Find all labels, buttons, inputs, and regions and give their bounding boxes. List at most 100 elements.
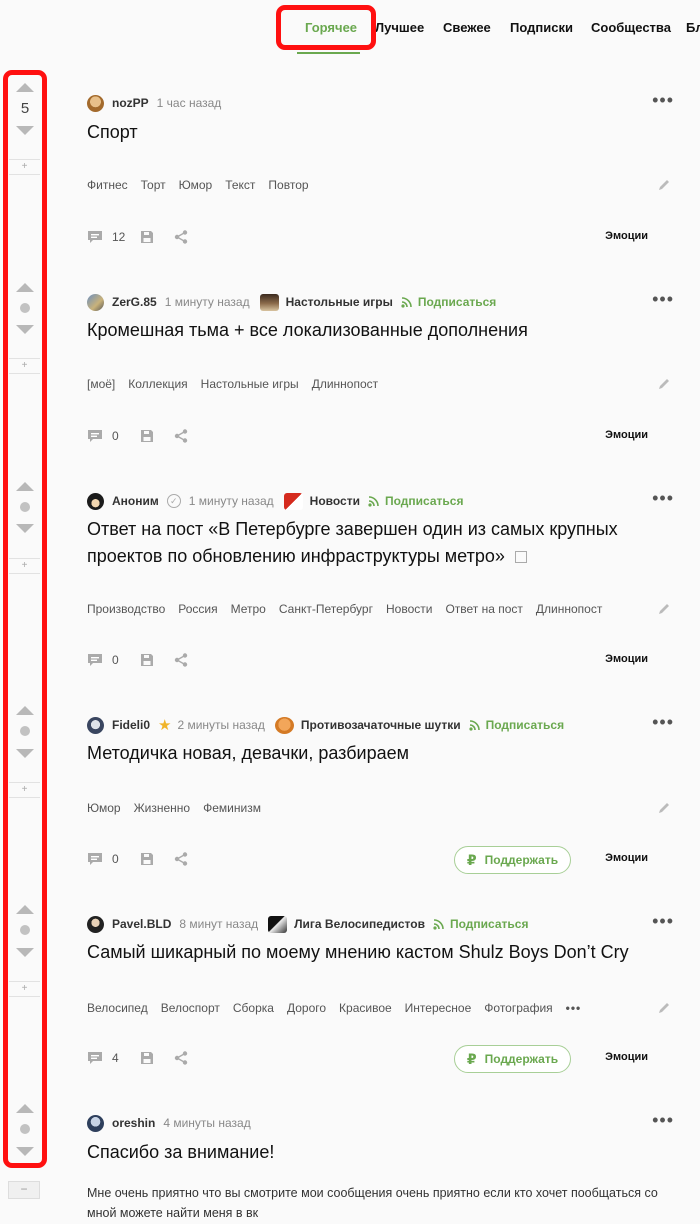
tag[interactable]: Настольные игры: [201, 377, 299, 391]
story-title[interactable]: Ответ на пост «В Петербурге завершен оди…: [87, 516, 647, 570]
post-time[interactable]: 4 минуты назад: [163, 1116, 250, 1130]
tab-subscriptions[interactable]: Подписки: [510, 20, 573, 35]
story-title[interactable]: Кромешная тьма + все локализованные допо…: [87, 317, 647, 344]
support-button[interactable]: ₽ Поддержать: [454, 1045, 571, 1073]
upvote-icon[interactable]: [16, 283, 34, 292]
avatar[interactable]: [87, 492, 104, 510]
pencil-icon[interactable]: [657, 602, 671, 616]
save-icon[interactable]: [140, 653, 154, 667]
share-icon[interactable]: [174, 429, 188, 443]
avatar[interactable]: [87, 1114, 104, 1132]
more-dots-icon[interactable]: •••: [652, 91, 674, 109]
rating-separator[interactable]: +: [9, 358, 40, 374]
tag[interactable]: Длиннопост: [536, 602, 602, 616]
tag[interactable]: Фитнес: [87, 178, 128, 192]
tag[interactable]: Длиннопост: [312, 377, 378, 391]
tag[interactable]: Метро: [231, 602, 266, 616]
pencil-icon[interactable]: [657, 377, 671, 391]
community-avatar[interactable]: [268, 915, 288, 933]
share-icon[interactable]: [174, 230, 188, 244]
community-avatar[interactable]: [283, 492, 303, 510]
post-time[interactable]: 1 минуту назад: [165, 295, 250, 309]
tab-fresh[interactable]: Свежее: [443, 20, 491, 35]
tag[interactable]: Красивое: [339, 1001, 392, 1015]
more-tags-button[interactable]: •••: [566, 1001, 582, 1015]
share-icon[interactable]: [174, 852, 188, 866]
tag[interactable]: [моё]: [87, 377, 115, 391]
tag[interactable]: Юмор: [87, 801, 121, 815]
tab-blogs[interactable]: Бл: [686, 20, 700, 35]
community-name[interactable]: Лига Велосипедистов: [294, 917, 425, 931]
emotions-button[interactable]: Эмоции: [605, 1051, 648, 1063]
emotions-button[interactable]: Эмоции: [605, 429, 648, 441]
upvote-icon[interactable]: [16, 482, 34, 491]
upvote-icon[interactable]: [16, 706, 34, 715]
post-time[interactable]: 2 минуты назад: [177, 718, 264, 732]
avatar[interactable]: [87, 293, 104, 311]
tag[interactable]: Ответ на пост: [445, 602, 522, 616]
save-icon[interactable]: [140, 429, 154, 443]
tag[interactable]: Велоспорт: [161, 1001, 220, 1015]
upvote-icon[interactable]: [16, 905, 34, 914]
author-name[interactable]: ZerG.85: [112, 295, 157, 309]
support-button[interactable]: ₽ Поддержать: [454, 846, 571, 874]
downvote-icon[interactable]: [16, 1147, 34, 1156]
author-name[interactable]: Аноним: [112, 494, 159, 508]
tag[interactable]: Юмор: [179, 178, 213, 192]
more-dots-icon[interactable]: •••: [652, 912, 674, 930]
tab-hot[interactable]: Горячее: [305, 20, 357, 35]
downvote-icon[interactable]: [16, 524, 34, 533]
subscribe-button[interactable]: Подписаться: [433, 917, 528, 931]
avatar[interactable]: [87, 94, 104, 112]
tab-best[interactable]: Лучшее: [375, 20, 424, 35]
avatar[interactable]: [87, 716, 104, 734]
tag[interactable]: Интересное: [405, 1001, 472, 1015]
story-title[interactable]: Спасибо за внимание!: [87, 1139, 647, 1166]
rating-separator[interactable]: +: [9, 782, 40, 798]
pencil-icon[interactable]: [657, 801, 671, 815]
save-icon[interactable]: [140, 230, 154, 244]
post-time[interactable]: 1 минуту назад: [189, 494, 274, 508]
story-title[interactable]: Методичка новая, девачки, разбираем: [87, 740, 647, 767]
tag[interactable]: Текст: [225, 178, 255, 192]
tag[interactable]: Фотография: [484, 1001, 552, 1015]
pencil-icon[interactable]: [657, 1001, 671, 1015]
comment-icon[interactable]: [87, 230, 103, 244]
author-name[interactable]: Fideli0: [112, 718, 150, 732]
upvote-icon[interactable]: [16, 83, 34, 92]
community-name[interactable]: Новости: [310, 494, 360, 508]
author-name[interactable]: oreshin: [112, 1116, 155, 1130]
post-time[interactable]: 1 час назад: [157, 96, 222, 110]
more-dots-icon[interactable]: •••: [652, 290, 674, 308]
comment-icon[interactable]: [87, 429, 103, 443]
rating-separator[interactable]: +: [9, 981, 40, 997]
rating-separator[interactable]: +: [9, 558, 40, 574]
subscribe-button[interactable]: Подписаться: [368, 494, 463, 508]
emotions-button[interactable]: Эмоции: [605, 852, 648, 864]
subscribe-button[interactable]: Подписаться: [401, 295, 496, 309]
more-dots-icon[interactable]: •••: [652, 1111, 674, 1129]
collapse-button[interactable]: −: [8, 1181, 40, 1199]
community-avatar[interactable]: [259, 293, 279, 311]
community-name[interactable]: Настольные игры: [286, 295, 393, 309]
downvote-icon[interactable]: [16, 948, 34, 957]
comment-count[interactable]: 12: [112, 230, 126, 244]
story-title[interactable]: Самый шикарный по моему мнению кастом Sh…: [87, 939, 647, 966]
share-icon[interactable]: [174, 653, 188, 667]
author-name[interactable]: nozPP: [112, 96, 149, 110]
rating-separator[interactable]: +: [9, 159, 40, 175]
tag[interactable]: Повтор: [268, 178, 308, 192]
comment-icon[interactable]: [87, 1051, 103, 1065]
story-title[interactable]: Спорт: [87, 119, 647, 146]
tag[interactable]: Торт: [141, 178, 166, 192]
tag[interactable]: Дорого: [287, 1001, 326, 1015]
share-icon[interactable]: [174, 1051, 188, 1065]
tag[interactable]: Сборка: [233, 1001, 274, 1015]
tag[interactable]: Производство: [87, 602, 165, 616]
tag[interactable]: Новости: [386, 602, 432, 616]
tag[interactable]: Жизненно: [134, 801, 191, 815]
comment-count[interactable]: 0: [112, 653, 126, 667]
subscribe-button[interactable]: Подписаться: [469, 718, 564, 732]
avatar[interactable]: [87, 915, 104, 933]
post-time[interactable]: 8 минут назад: [179, 917, 258, 931]
